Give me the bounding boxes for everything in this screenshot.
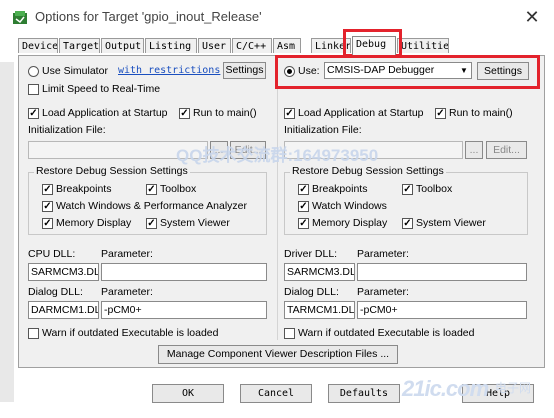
tab-user[interactable]: User xyxy=(198,38,231,53)
use-simulator-radio[interactable] xyxy=(28,66,39,77)
right-run-to-main-label: Run to main() xyxy=(449,107,513,119)
tab-cpp[interactable]: C/C++ xyxy=(232,38,272,53)
background-window-edge xyxy=(0,62,14,402)
right-browse-button[interactable]: ... xyxy=(465,141,483,159)
tab-listing[interactable]: Listing xyxy=(145,38,197,53)
column-divider xyxy=(277,60,278,340)
left-watch-label: Watch Windows & Performance Analyzer xyxy=(56,200,248,212)
simulator-settings-button[interactable]: Settings xyxy=(223,62,266,79)
tab-debug[interactable]: Debug xyxy=(352,36,396,55)
left-dialog-param-label: Parameter: xyxy=(101,286,153,298)
left-system-viewer-checkbox[interactable]: ✓ xyxy=(146,218,157,229)
right-run-to-main-checkbox[interactable]: ✓ xyxy=(435,108,446,119)
tab-linker[interactable]: Linker xyxy=(311,38,351,53)
left-watch-checkbox[interactable]: ✓ xyxy=(42,201,53,212)
left-run-to-main-label: Run to main() xyxy=(193,107,257,119)
dropdown-arrow-icon[interactable]: ▼ xyxy=(458,64,470,77)
right-toolbox-label: Toolbox xyxy=(416,183,453,195)
right-restore-title: Restore Debug Session Settings xyxy=(290,165,446,177)
tab-target[interactable]: Target xyxy=(59,38,100,53)
left-dll-input[interactable]: SARMCM3.DLL xyxy=(28,263,99,281)
right-warn-label: Warn if outdated Executable is loaded xyxy=(298,327,475,339)
left-toolbox-checkbox[interactable]: ✓ xyxy=(146,184,157,195)
left-dialog-param-input[interactable]: -pCM0+ xyxy=(101,301,267,319)
debugger-select[interactable]: CMSIS-DAP Debugger xyxy=(324,62,472,79)
defaults-button[interactable]: Defaults xyxy=(328,384,400,403)
right-dll-input[interactable]: SARMCM3.DLL xyxy=(284,263,355,281)
site-watermark: 21ic.com xyxy=(402,376,489,401)
use-debugger-radio[interactable] xyxy=(284,66,295,77)
right-dialog-param-label: Parameter: xyxy=(357,286,409,298)
tab-asm[interactable]: Asm xyxy=(273,38,301,53)
left-load-app-label: Load Application at Startup xyxy=(42,107,168,119)
right-edit-button[interactable]: Edit... xyxy=(486,141,527,159)
right-toolbox-checkbox[interactable]: ✓ xyxy=(402,184,413,195)
left-param-label: Parameter: xyxy=(101,248,153,260)
left-system-viewer-label: System Viewer xyxy=(160,217,230,229)
left-breakpoints-label: Breakpoints xyxy=(56,183,112,195)
manage-component-viewer-button[interactable]: Manage Component Viewer Description File… xyxy=(158,345,398,364)
right-load-app-checkbox[interactable]: ✓ xyxy=(284,108,295,119)
window-title: Options for Target 'gpio_inout_Release' xyxy=(35,9,262,24)
qq-watermark: QQ技术交流群:164973950 xyxy=(176,146,379,165)
tab-strip: Device Target Output Listing User C/C++ … xyxy=(18,36,554,55)
tab-utilities[interactable]: Utilities xyxy=(397,38,449,53)
right-breakpoints-checkbox[interactable]: ✓ xyxy=(298,184,309,195)
close-icon[interactable]: ✕ xyxy=(520,5,544,29)
left-toolbox-label: Toolbox xyxy=(160,183,197,195)
limit-speed-label: Limit Speed to Real-Time xyxy=(42,83,161,95)
left-dll-label: CPU DLL: xyxy=(28,248,76,260)
right-param-label: Parameter: xyxy=(357,248,409,260)
left-memory-label: Memory Display xyxy=(56,217,132,229)
right-memory-checkbox[interactable]: ✓ xyxy=(298,218,309,229)
left-breakpoints-checkbox[interactable]: ✓ xyxy=(42,184,53,195)
right-system-viewer-checkbox[interactable]: ✓ xyxy=(402,218,413,229)
left-load-app-checkbox[interactable]: ✓ xyxy=(28,108,39,119)
left-param-input[interactable] xyxy=(101,263,267,281)
left-memory-checkbox[interactable]: ✓ xyxy=(42,218,53,229)
ok-button[interactable]: OK xyxy=(152,384,224,403)
restrictions-link[interactable]: with restrictions xyxy=(118,65,220,76)
left-warn-checkbox[interactable] xyxy=(28,328,39,339)
right-system-viewer-label: System Viewer xyxy=(416,217,486,229)
right-param-input[interactable] xyxy=(357,263,527,281)
left-restore-title: Restore Debug Session Settings xyxy=(34,165,190,177)
right-dialog-dll-label: Dialog DLL: xyxy=(284,286,339,298)
left-warn-label: Warn if outdated Executable is loaded xyxy=(42,327,219,339)
right-init-file-label: Initialization File: xyxy=(284,124,362,136)
tab-device[interactable]: Device xyxy=(18,38,58,53)
use-label: Use: xyxy=(298,65,320,77)
right-load-app-label: Load Application at Startup xyxy=(298,107,424,119)
right-warn-checkbox[interactable] xyxy=(284,328,295,339)
right-dll-label: Driver DLL: xyxy=(284,248,338,260)
debugger-select-value: CMSIS-DAP Debugger xyxy=(327,64,435,76)
right-watch-label: Watch Windows xyxy=(312,200,387,212)
left-init-file-label: Initialization File: xyxy=(28,124,106,136)
right-dialog-param-input[interactable]: -pCM0+ xyxy=(357,301,527,319)
left-run-to-main-checkbox[interactable]: ✓ xyxy=(179,108,190,119)
right-dialog-dll-input[interactable]: TARMCM1.DLL xyxy=(284,301,355,319)
right-breakpoints-label: Breakpoints xyxy=(312,183,368,195)
debugger-settings-button[interactable]: Settings xyxy=(477,62,529,80)
tab-output[interactable]: Output xyxy=(101,38,144,53)
site-cn-watermark: 电子网 xyxy=(495,381,532,395)
use-simulator-label: Use Simulator xyxy=(42,65,108,77)
left-dialog-dll-input[interactable]: DARMCM1.DLL xyxy=(28,301,99,319)
left-dialog-dll-label: Dialog DLL: xyxy=(28,286,83,298)
right-memory-label: Memory Display xyxy=(312,217,388,229)
cancel-button[interactable]: Cancel xyxy=(240,384,312,403)
right-watch-checkbox[interactable]: ✓ xyxy=(298,201,309,212)
limit-speed-checkbox[interactable] xyxy=(28,84,39,95)
app-icon xyxy=(12,10,28,26)
